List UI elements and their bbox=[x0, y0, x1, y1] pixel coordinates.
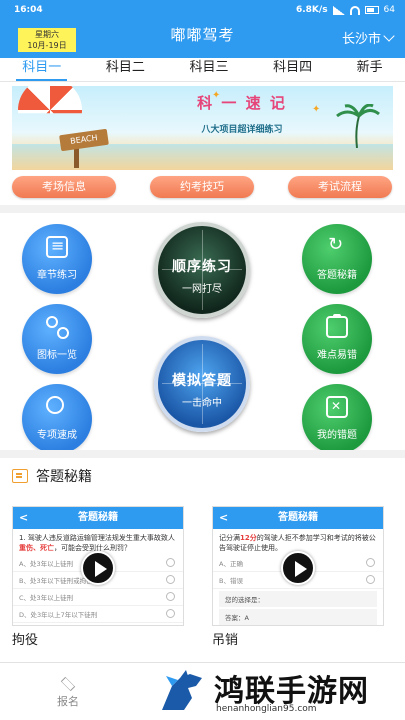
answer-tips-label: 答题秘籍 bbox=[317, 270, 357, 281]
sign-overview-button[interactable]: 图标一览 bbox=[22, 304, 92, 374]
book-icon bbox=[12, 469, 28, 483]
city-selector[interactable]: 长沙市 bbox=[341, 28, 395, 47]
sequential-practice-sub: 一网打尽 bbox=[182, 284, 222, 295]
back-icon: < bbox=[219, 511, 229, 524]
secrets-section-header: 答题秘籍 bbox=[12, 466, 92, 486]
sign-overview-label: 图标一览 bbox=[37, 350, 77, 361]
question-highlight: 12分 bbox=[240, 534, 257, 542]
signal-icon bbox=[332, 5, 345, 15]
subject-tabs: 科目一 科目二 科目三 科目四 新手 bbox=[0, 58, 405, 82]
card-caption: 拘役 bbox=[12, 633, 39, 648]
battery-icon bbox=[364, 6, 379, 14]
answer-text: 答案：A bbox=[219, 609, 377, 625]
option-item: C、处3年以上徒刑 bbox=[13, 589, 183, 606]
network-speed: 6.8K/s bbox=[295, 5, 328, 15]
tab-subject-1[interactable]: 科目一 bbox=[16, 58, 68, 82]
sequential-practice-button[interactable]: 顺序练习 一网打尽 bbox=[154, 222, 250, 318]
video-card-revoke[interactable]: < 答题秘籍 记分满12分的驾驶人拒不参加学习和考试的将被公告驾驶证停止使用。 … bbox=[212, 506, 384, 626]
your-choice: 您的选择是： bbox=[219, 591, 377, 607]
secrets-title: 答题秘籍 bbox=[36, 469, 92, 485]
app-screen: 16:04 6.8K/s 64 星期六 10月-19日 嘟嘟驾考 长沙市 科目一… bbox=[0, 0, 405, 720]
my-mistakes-button[interactable]: 我的错题 bbox=[302, 384, 372, 454]
nav-signup-label: 报名 bbox=[57, 695, 79, 708]
wifi-icon bbox=[349, 5, 360, 15]
question-text: 记分满 bbox=[219, 534, 240, 542]
special-practice-label: 专项速成 bbox=[37, 430, 77, 441]
exam-venue-button[interactable]: 考场信息 bbox=[12, 176, 116, 198]
hard-questions-button[interactable]: 难点易错 bbox=[302, 304, 372, 374]
card-header-title: 答题秘籍 bbox=[278, 512, 318, 523]
hard-questions-label: 难点易错 bbox=[317, 350, 357, 361]
clipboard-icon bbox=[326, 314, 348, 338]
wrong-answers-icon bbox=[326, 396, 348, 418]
sequential-practice-label: 顺序练习 bbox=[172, 259, 232, 275]
chevron-down-icon bbox=[383, 29, 395, 42]
play-icon[interactable] bbox=[281, 551, 315, 585]
exam-process-button[interactable]: 考试流程 bbox=[288, 176, 392, 198]
question-highlight: 重伤、死亡 bbox=[19, 544, 54, 552]
tab-subject-3[interactable]: 科目三 bbox=[183, 58, 234, 82]
tab-beginner[interactable]: 新手 bbox=[351, 58, 389, 82]
status-bar: 16:04 6.8K/s 64 bbox=[0, 0, 405, 22]
booking-tips-button[interactable]: 约考技巧 bbox=[150, 176, 254, 198]
chapter-practice-label: 章节练习 bbox=[37, 270, 77, 281]
status-right: 6.8K/s 64 bbox=[296, 5, 395, 15]
mock-exam-sub: 一击命中 bbox=[182, 398, 222, 409]
banner-headline: 科 一 速 记 bbox=[197, 94, 287, 112]
horse-logo-icon bbox=[162, 670, 202, 710]
tab-subject-4[interactable]: 科目四 bbox=[267, 58, 318, 82]
play-icon[interactable] bbox=[81, 551, 115, 585]
status-time: 16:04 bbox=[14, 5, 43, 15]
mock-exam-button[interactable]: 模拟答题 一击命中 bbox=[154, 336, 250, 432]
info-pills: 考场信息 约考技巧 考试流程 bbox=[0, 176, 405, 198]
section-divider bbox=[0, 205, 405, 213]
battery-level: 64 bbox=[383, 5, 395, 15]
banner-subtitle: 八大项目超详细练习 bbox=[201, 125, 283, 135]
question-text: 1. 驾驶人违反道路运输管理法规发生重大事故致人 bbox=[19, 534, 175, 542]
search-icon bbox=[46, 396, 64, 414]
app-header: 16:04 6.8K/s 64 星期六 10月-19日 嘟嘟驾考 长沙市 bbox=[0, 0, 405, 58]
special-practice-button[interactable]: 专项速成 bbox=[22, 384, 92, 454]
back-icon: < bbox=[19, 511, 29, 524]
my-mistakes-label: 我的错题 bbox=[317, 430, 357, 441]
nav-signup[interactable]: 报名 bbox=[46, 676, 90, 709]
section-divider bbox=[0, 450, 405, 458]
watermark-url: henanhonglian95.com bbox=[216, 704, 317, 714]
promo-banner[interactable]: BEACH ✦ ✦ 科 一 速 记 八大项目超详细练习 bbox=[12, 86, 393, 170]
watermark: 鸿联手游网 henanhonglian95.com bbox=[150, 664, 405, 720]
city-label: 长沙市 bbox=[341, 32, 381, 47]
card-header-title: 答题秘籍 bbox=[78, 512, 118, 523]
card-header: < 答题秘籍 bbox=[213, 507, 383, 529]
mock-exam-label: 模拟答题 bbox=[172, 373, 232, 389]
document-icon bbox=[46, 236, 68, 258]
card-caption: 吊销 bbox=[212, 633, 239, 648]
refresh-icon bbox=[326, 234, 348, 258]
card-header: < 答题秘籍 bbox=[13, 507, 183, 529]
video-card-detention[interactable]: < 答题秘籍 1. 驾驶人违反道路运输管理法规发生重大事故致人重伤、死亡，可能会… bbox=[12, 506, 184, 626]
option-item: D、处3年以上7年以下徒刑 bbox=[13, 606, 183, 623]
pen-icon bbox=[60, 676, 76, 692]
tab-subject-2[interactable]: 科目二 bbox=[100, 58, 151, 82]
chapter-practice-button[interactable]: 章节练习 bbox=[22, 224, 92, 294]
answer-tips-button[interactable]: 答题秘籍 bbox=[302, 224, 372, 294]
grid-icon bbox=[46, 316, 69, 339]
